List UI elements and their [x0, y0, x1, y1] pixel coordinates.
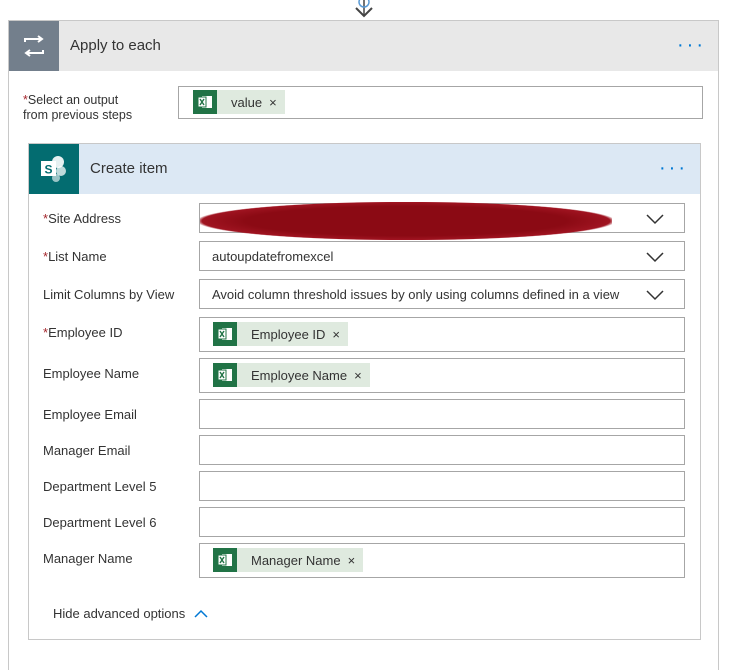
department-level-5-label: Department Level 5 [43, 479, 157, 494]
apply-to-each-header[interactable]: Apply to each ··· [9, 21, 718, 71]
list-name-label: *List Name [43, 249, 107, 264]
value-token[interactable]: value × [193, 90, 285, 114]
hide-advanced-options-link[interactable]: Hide advanced options [53, 606, 208, 621]
remove-token-icon[interactable]: × [269, 95, 277, 110]
site-address-label: *Site Address [43, 211, 122, 226]
chevron-up-icon [194, 609, 208, 618]
create-item-more-icon[interactable]: ··· [659, 158, 688, 178]
excel-icon [213, 548, 237, 572]
token-label: Manager Name [251, 552, 341, 568]
token-label: value [231, 94, 263, 110]
site-address-dropdown[interactable] [199, 202, 685, 240]
chevron-down-icon[interactable] [646, 289, 664, 301]
token-label: Employee ID [251, 326, 326, 342]
list-name-value: autoupdatefromexcel [212, 249, 334, 264]
excel-icon [193, 90, 217, 114]
employee-email-input[interactable] [199, 399, 685, 429]
apply-to-each-more-icon[interactable]: ··· [677, 35, 706, 55]
employee-id-label: *Employee ID [43, 325, 123, 340]
token-label: Employee Name [251, 367, 348, 383]
svg-text:S: S [44, 163, 52, 177]
remove-token-icon[interactable]: × [354, 368, 362, 383]
limit-columns-dropdown[interactable]: Avoid column threshold issues by only us… [199, 279, 685, 309]
chevron-down-icon[interactable] [646, 251, 664, 263]
sharepoint-icon: S [29, 144, 79, 194]
remove-token-icon[interactable]: × [348, 553, 356, 568]
flow-connector-arrow-icon [355, 0, 373, 18]
limit-columns-label: Limit Columns by View [43, 287, 175, 302]
employee-id-token[interactable]: Employee ID × [213, 322, 349, 346]
create-item-card: S Create item ··· *Site Address *List Na… [28, 143, 701, 640]
manager-name-token[interactable]: Manager Name × [213, 548, 364, 572]
loop-icon [9, 21, 59, 71]
employee-email-label: Employee Email [43, 407, 137, 422]
excel-icon [213, 322, 237, 346]
list-name-dropdown[interactable]: autoupdatefromexcel [199, 241, 685, 271]
manager-email-label: Manager Email [43, 443, 131, 458]
department-level-6-input[interactable] [199, 507, 685, 537]
manager-email-input[interactable] [199, 435, 685, 465]
apply-to-each-card: Apply to each ··· *Select an output from… [8, 20, 719, 670]
manager-name-field[interactable]: Manager Name × [199, 543, 685, 578]
redacted-value [200, 202, 612, 240]
employee-name-token[interactable]: Employee Name × [213, 363, 370, 387]
employee-id-field[interactable]: Employee ID × [199, 317, 685, 352]
select-output-label: *Select an output from previous steps [23, 93, 133, 122]
employee-name-field[interactable]: Employee Name × [199, 358, 685, 393]
employee-name-label: Employee Name [43, 366, 140, 381]
department-level-5-input[interactable] [199, 471, 685, 501]
apply-to-each-title: Apply to each [70, 37, 161, 54]
chevron-down-icon[interactable] [646, 213, 664, 225]
manager-name-label: Manager Name [43, 551, 133, 566]
remove-token-icon[interactable]: × [332, 327, 340, 342]
hide-advanced-options-label: Hide advanced options [53, 606, 186, 621]
create-item-title: Create item [90, 160, 168, 177]
limit-columns-value: Avoid column threshold issues by only us… [212, 287, 620, 302]
department-level-6-label: Department Level 6 [43, 515, 157, 530]
select-output-field[interactable]: value × [178, 86, 703, 119]
excel-icon [213, 363, 237, 387]
create-item-header[interactable]: S Create item ··· [29, 144, 700, 194]
